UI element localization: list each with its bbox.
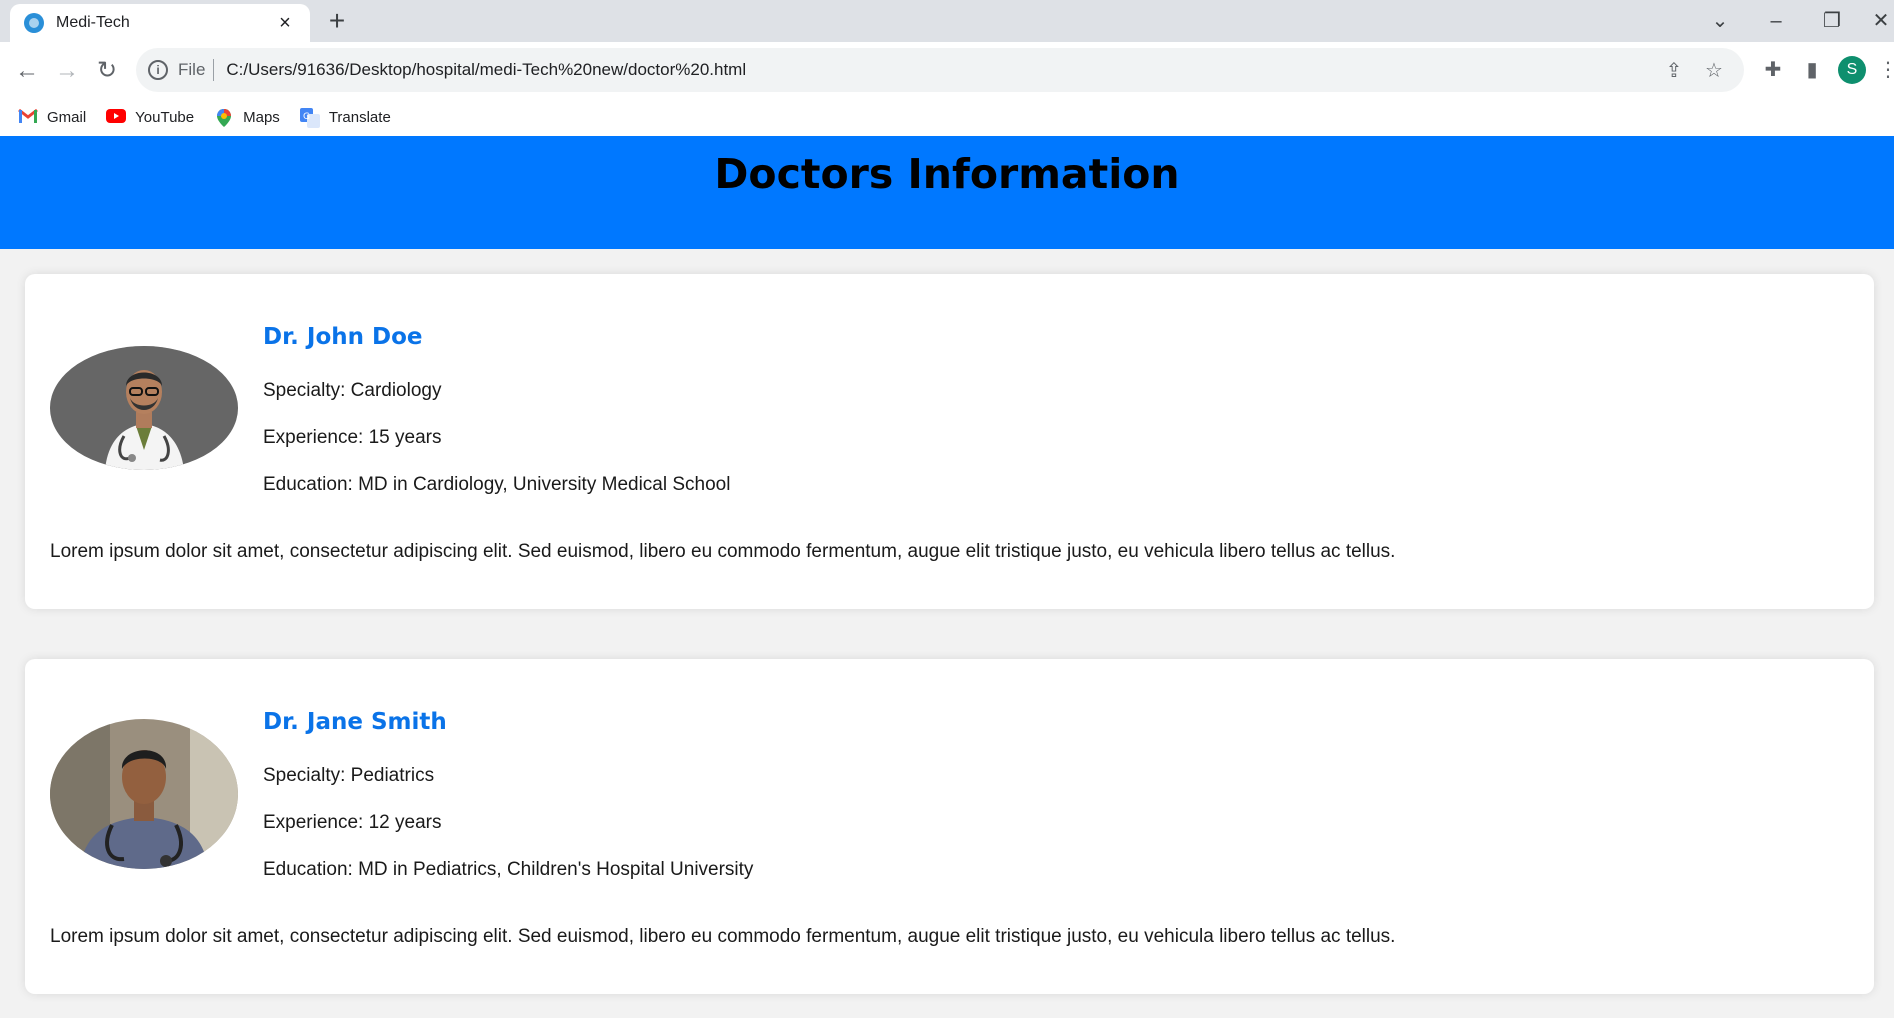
minimize-icon[interactable]: – — [1756, 6, 1796, 36]
menu-kebab-icon[interactable]: ⋮ — [1878, 56, 1894, 84]
tab-title: Medi-Tech — [56, 14, 130, 31]
address-bar[interactable]: i File C:/Users/91636/Desktop/hospital/m… — [136, 48, 1744, 92]
doctor-photo — [50, 346, 238, 470]
doctor-experience: Experience: 15 years — [263, 427, 442, 448]
page-title: Doctors Information — [714, 150, 1180, 198]
doctor-education: Education: MD in Pediatrics, Children's … — [263, 859, 754, 880]
doctor-specialty: Specialty: Cardiology — [263, 380, 442, 401]
doctor-specialty: Specialty: Pediatrics — [263, 765, 435, 786]
youtube-icon — [106, 108, 127, 126]
url-text[interactable]: C:/Users/91636/Desktop/hospital/medi-Tec… — [226, 60, 746, 80]
close-window-icon[interactable]: ✕ — [1868, 6, 1894, 36]
doctor-bio: Lorem ipsum dolor sit amet, consectetur … — [50, 541, 1396, 562]
file-label: File — [178, 60, 206, 79]
doctor-bio: Lorem ipsum dolor sit amet, consectetur … — [50, 926, 1396, 947]
doctor-name: Dr. Jane Smith — [263, 709, 447, 735]
bookmark-translate[interactable]: G Translate — [299, 108, 391, 128]
bookmarks-bar: Gmail YouTube Maps G Translate — [0, 98, 1894, 136]
bookmark-youtube[interactable]: YouTube — [106, 108, 194, 126]
browser-tab-bar: Medi-Tech × + ⌄ – ❐ ✕ — [0, 0, 1894, 42]
browser-tab[interactable]: Medi-Tech × — [10, 4, 310, 42]
maps-icon — [214, 108, 234, 127]
browser-toolbar: ← → ↻ i File C:/Users/91636/Desktop/hosp… — [0, 42, 1894, 98]
new-tab-button[interactable]: + — [322, 6, 352, 36]
doctor-experience: Experience: 12 years — [263, 812, 442, 833]
doctor-photo — [50, 719, 238, 869]
side-panel-icon[interactable]: ▮ — [1798, 56, 1826, 84]
doctor-name: Dr. John Doe — [263, 324, 423, 350]
restore-icon[interactable]: ❐ — [1812, 6, 1852, 36]
info-icon[interactable]: i — [148, 60, 168, 80]
doctor-card: Dr. John Doe Specialty: Cardiology Exper… — [25, 274, 1874, 609]
share-icon[interactable]: ⇪ — [1662, 59, 1686, 83]
translate-icon: G — [299, 108, 320, 128]
forward-arrow-icon[interactable]: → — [50, 54, 84, 88]
doctor-card: Dr. Jane Smith Specialty: Pediatrics Exp… — [25, 659, 1874, 994]
medi-tech-favicon-icon — [24, 13, 44, 33]
svg-text:G: G — [303, 112, 310, 122]
reload-icon[interactable]: ↻ — [90, 54, 124, 88]
bookmark-gmail[interactable]: Gmail — [18, 108, 86, 126]
bookmark-label: Gmail — [47, 108, 87, 126]
extensions-puzzle-icon[interactable]: ✚ — [1759, 56, 1787, 84]
bookmark-label: Translate — [328, 108, 391, 126]
bookmark-label: Maps — [243, 108, 280, 126]
bookmark-label: YouTube — [135, 108, 195, 126]
profile-avatar[interactable]: S — [1838, 56, 1866, 84]
tab-close-icon[interactable]: × — [274, 12, 296, 35]
doctor-education: Education: MD in Cardiology, University … — [263, 474, 731, 495]
tab-search-icon[interactable]: ⌄ — [1700, 6, 1740, 36]
back-arrow-icon[interactable]: ← — [10, 54, 44, 88]
gmail-icon — [18, 108, 38, 126]
page-header: Doctors Information — [0, 136, 1894, 249]
bookmark-star-icon[interactable]: ☆ — [1702, 59, 1726, 83]
address-separator — [213, 59, 215, 81]
bookmark-maps[interactable]: Maps — [214, 108, 280, 127]
